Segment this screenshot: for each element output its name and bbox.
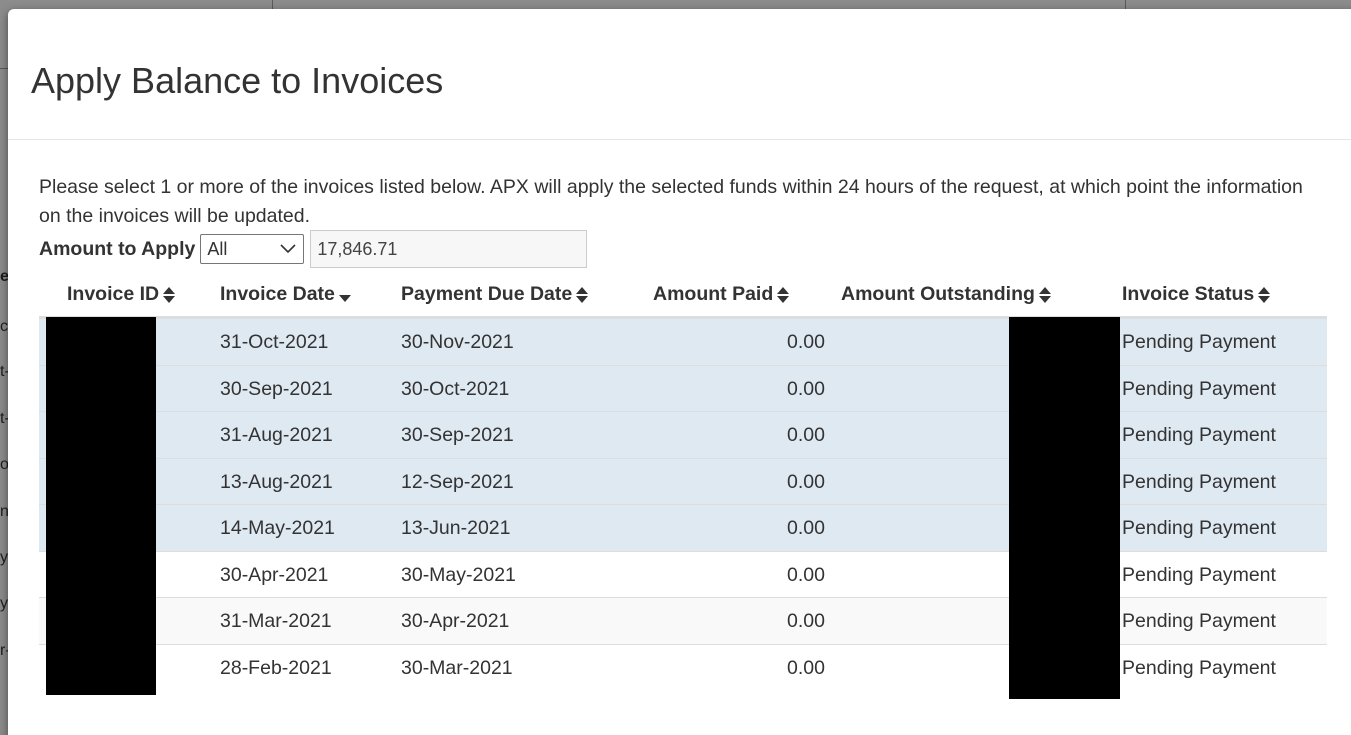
background-divider: [0, 68, 8, 69]
table-row[interactable]: 31-Mar-2021 30-Apr-2021 0.00 Pending Pay…: [39, 597, 1327, 644]
invoice-date-cell: 13-Aug-2021: [220, 470, 333, 493]
background-text: n-: [0, 503, 8, 520]
table-row[interactable]: 30-Sep-2021 30-Oct-2021 0.00 Pending Pay…: [39, 364, 1327, 411]
invoice-status-cell: Pending Payment: [1122, 424, 1276, 446]
instructions-text: Please select 1 or more of the invoices …: [39, 176, 1303, 227]
column-header-invoice-status[interactable]: Invoice Status: [1122, 283, 1271, 306]
invoice-date-cell: 31-Aug-2021: [220, 424, 333, 446]
amount-paid-cell: 0.00: [787, 377, 825, 400]
redacted-invoice-ids: [46, 317, 156, 695]
amount-paid-cell: 0.00: [787, 470, 825, 493]
redacted-amount-outstanding: [1009, 317, 1120, 699]
apply-balance-modal: Apply Balance to Invoices Please select …: [8, 9, 1351, 735]
modal-title: Apply Balance to Invoices: [31, 60, 444, 101]
table-row[interactable]: 30-Apr-2021 30-May-2021 0.00 Pending Pay…: [39, 550, 1327, 598]
invoice-status-cell: Pending Payment: [1122, 331, 1276, 353]
invoice-date-cell: 28-Feb-2021: [220, 656, 332, 679]
column-header-invoice-date[interactable]: Invoice Date: [220, 283, 351, 306]
amount-paid-cell: 0.00: [787, 517, 825, 539]
amount-to-apply-label: Amount to Apply: [39, 237, 196, 260]
sort-icon: [777, 286, 790, 304]
payment-due-date-cell: 30-Sep-2021: [401, 424, 514, 446]
background-divider: [272, 0, 273, 9]
amount-to-apply-select-value: All: [207, 238, 228, 259]
invoice-status-cell: Pending Payment: [1122, 610, 1276, 632]
amount-paid-cell: 0.00: [787, 331, 825, 353]
background-text: t-: [0, 363, 8, 380]
background-text: y: [0, 595, 8, 612]
amount-to-apply-value: 17,846.71: [317, 238, 398, 259]
invoice-status-cell: Pending Payment: [1122, 656, 1276, 679]
amount-paid-cell: 0.00: [787, 656, 825, 679]
column-header-amount-outstanding[interactable]: Amount Outstanding: [841, 283, 1051, 306]
payment-due-date-cell: 13-Jun-2021: [401, 517, 511, 539]
chevron-down-icon: [279, 239, 297, 260]
background-text: r-: [0, 642, 8, 659]
amount-paid-cell: 0.00: [787, 610, 825, 632]
payment-due-date-cell: 30-Nov-2021: [401, 331, 514, 353]
modal-header: Apply Balance to Invoices: [8, 9, 1351, 140]
invoice-date-cell: 14-May-2021: [220, 517, 335, 539]
background-text: e: [0, 268, 8, 285]
invoice-date-cell: 31-Mar-2021: [220, 610, 332, 632]
column-header-payment-due-date[interactable]: Payment Due Date: [401, 283, 589, 306]
table-row[interactable]: 31-Aug-2021 30-Sep-2021 0.00 Pending Pay…: [39, 411, 1327, 458]
amount-paid-cell: 0.00: [787, 424, 825, 446]
invoice-date-cell: 30-Apr-2021: [220, 563, 329, 586]
table-row[interactable]: 31-Oct-2021 30-Nov-2021 0.00 Pending Pay…: [39, 318, 1327, 365]
amount-to-apply-row: Amount to Apply All 17,846.71: [39, 230, 588, 268]
background-divider: [1125, 0, 1126, 9]
payment-due-date-cell: 30-Mar-2021: [401, 656, 513, 679]
invoice-status-cell: Pending Payment: [1122, 517, 1276, 539]
amount-paid-cell: 0.00: [787, 563, 825, 586]
payment-due-date-cell: 30-May-2021: [401, 563, 516, 586]
sort-icon: [163, 286, 176, 304]
sort-icon: [1258, 286, 1271, 304]
column-header-amount-paid[interactable]: Amount Paid: [653, 283, 790, 306]
background-text: c: [0, 318, 8, 335]
invoice-status-cell: Pending Payment: [1122, 470, 1276, 493]
table-row[interactable]: 13-Aug-2021 12-Sep-2021 0.00 Pending Pay…: [39, 457, 1327, 504]
background-text: y: [0, 549, 8, 566]
invoice-date-cell: 30-Sep-2021: [220, 377, 333, 400]
sort-descending-icon: [338, 286, 351, 304]
invoice-status-cell: Pending Payment: [1122, 563, 1276, 586]
payment-due-date-cell: 30-Apr-2021: [401, 610, 510, 632]
amount-to-apply-select[interactable]: All: [200, 234, 305, 264]
amount-to-apply-input[interactable]: 17,846.71: [310, 230, 588, 268]
column-header-invoice-id[interactable]: Invoice ID: [67, 283, 176, 306]
invoice-status-cell: Pending Payment: [1122, 377, 1276, 400]
invoices-table: Invoice ID Invoice Date Payment Due Date…: [39, 274, 1327, 690]
table-row[interactable]: 28-Feb-2021 30-Mar-2021 0.00 Pending Pay…: [39, 643, 1327, 691]
background-text: t-: [0, 410, 8, 427]
table-row[interactable]: 14-May-2021 13-Jun-2021 0.00 Pending Pay…: [39, 504, 1327, 551]
sort-icon: [576, 286, 589, 304]
sort-icon: [1038, 286, 1051, 304]
table-header: Invoice ID Invoice Date Payment Due Date…: [39, 274, 1327, 318]
payment-due-date-cell: 30-Oct-2021: [401, 377, 510, 400]
invoice-date-cell: 31-Oct-2021: [220, 331, 329, 353]
background-text: o: [0, 456, 8, 473]
payment-due-date-cell: 12-Sep-2021: [401, 470, 514, 493]
